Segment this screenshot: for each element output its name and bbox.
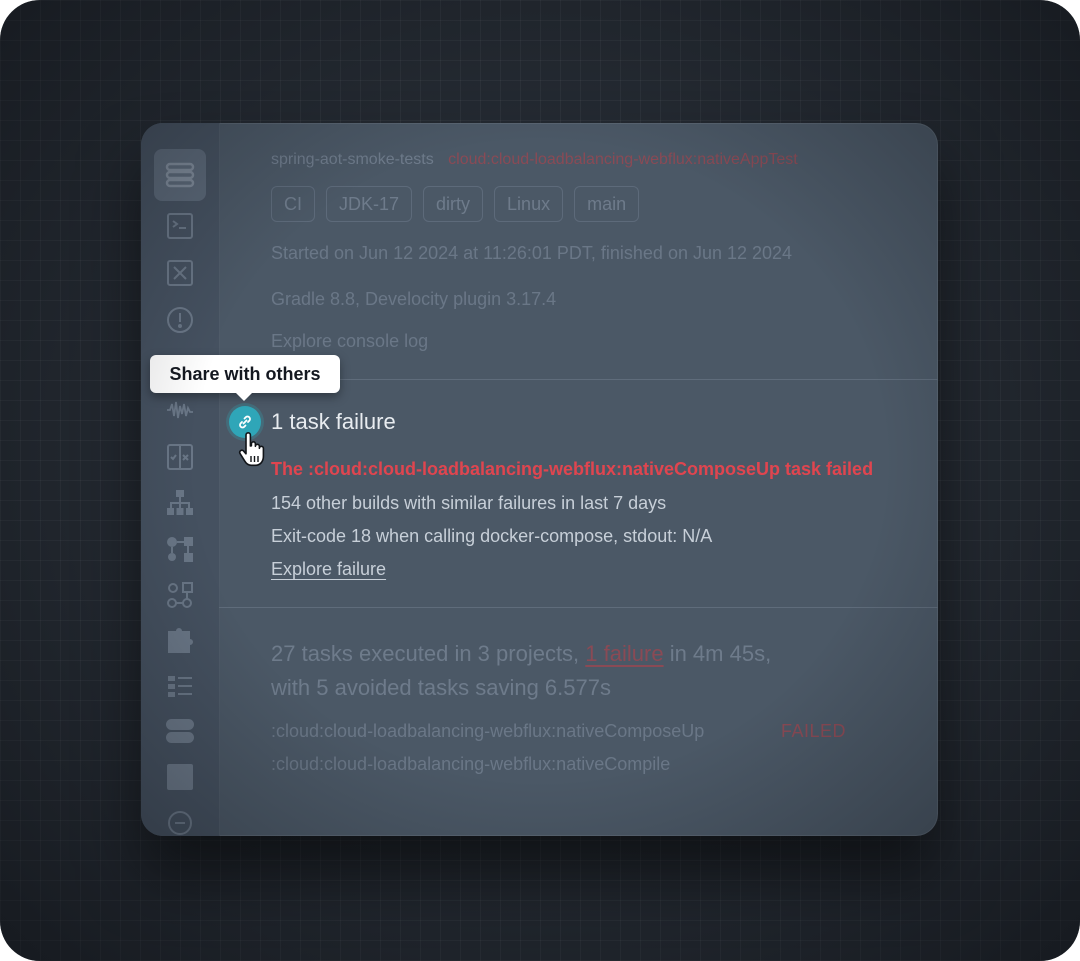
task-status-badge: FAILED	[781, 721, 847, 741]
tag-dirty[interactable]: dirty	[423, 186, 484, 222]
sidebar-item-projects[interactable]	[163, 486, 197, 520]
summary-failure-link[interactable]: 1 failure	[585, 641, 663, 666]
background-frame: spring-aot-smoke-tests cloud:cloud-loadb…	[0, 0, 1080, 961]
console-log-link[interactable]: Explore console log	[271, 331, 428, 352]
console-icon	[167, 213, 193, 239]
summary-avoided: with 5 avoided tasks saving 6.577s	[271, 675, 611, 700]
warning-circle-icon	[167, 307, 193, 333]
summary-duration: in 4m 45s,	[663, 641, 772, 666]
sidebar-item-infrastructure[interactable]	[163, 760, 197, 794]
hierarchy-icon	[167, 490, 193, 515]
build-time: Started on Jun 12 2024 at 11:26:01 PDT, …	[271, 243, 793, 263]
sidebar-item-dependencies[interactable]	[163, 532, 197, 566]
waveform-icon	[167, 401, 193, 419]
tests-icon	[167, 444, 193, 470]
toggle-icon	[166, 719, 194, 743]
explore-failure-text[interactable]: Explore failure	[271, 559, 386, 579]
sidebar	[141, 123, 220, 836]
gradle-version: Gradle 8.8, Develocity plugin 3.17.4	[271, 289, 557, 309]
sidebar-item-overview[interactable]	[154, 149, 206, 201]
build-header: spring-aot-smoke-tests cloud:cloud-loadb…	[271, 151, 798, 169]
main-content: spring-aot-smoke-tests cloud:cloud-loadb…	[219, 123, 938, 836]
task-row[interactable]: :cloud:cloud-loadbalancing-webflux:nativ…	[271, 721, 704, 742]
sidebar-item-custom-values[interactable]	[163, 669, 197, 703]
failure-title: 1 task failure	[271, 409, 396, 434]
list-icon	[165, 162, 195, 188]
plugin-icon	[168, 628, 193, 653]
sidebar-item-build-dependencies[interactable]	[163, 578, 197, 612]
flow-icon	[167, 537, 193, 562]
hand-cursor-icon	[238, 432, 265, 467]
sidebar-item-deprecations[interactable]	[163, 303, 197, 337]
execution-summary: 27 tasks executed in 3 projects, 1 failu…	[271, 637, 771, 705]
failure-detail: Exit-code 18 when calling docker-compose…	[271, 526, 713, 546]
explore-failure-link[interactable]: Explore failure	[271, 559, 386, 580]
summary-text: 27 tasks executed in 3 projects,	[271, 641, 586, 666]
sidebar-item-failures[interactable]	[163, 256, 197, 290]
failed-task-message: The :cloud:cloud-loadbalancing-webflux:n…	[271, 459, 874, 479]
sidebar-item-plugins[interactable]	[163, 623, 197, 657]
tag-jdk[interactable]: JDK-17	[326, 186, 413, 222]
tag-os[interactable]: Linux	[494, 186, 564, 222]
build-graph-icon	[167, 582, 193, 608]
task-row[interactable]: :cloud:cloud-loadbalancing-webflux:nativ…	[271, 754, 670, 775]
similar-failures-link[interactable]: 154 other builds with similar failures i…	[271, 493, 666, 514]
share-tooltip: Share with others	[150, 355, 340, 401]
tag-branch[interactable]: main	[574, 186, 640, 222]
tag-ci[interactable]: CI	[271, 186, 315, 222]
section-divider	[219, 607, 938, 608]
square-icon	[167, 764, 193, 790]
sidebar-item-switches[interactable]	[163, 714, 197, 748]
details-list-icon	[168, 676, 192, 697]
sidebar-item-timeline[interactable]	[163, 393, 197, 427]
sidebar-item-console[interactable]	[163, 209, 197, 243]
sidebar-item-tests[interactable]	[163, 440, 197, 474]
tag-list: CI JDK-17 dirty Linux main	[271, 186, 640, 222]
sidebar-item-collapse[interactable]	[163, 806, 197, 836]
build-scan-card: spring-aot-smoke-tests cloud:cloud-loadb…	[141, 123, 938, 836]
link-icon	[239, 415, 251, 429]
tooltip-text: Share with others	[169, 363, 321, 384]
close-box-icon	[167, 260, 193, 286]
requested-task: cloud:cloud-loadbalancing-webflux:native…	[448, 151, 798, 168]
project-name[interactable]: spring-aot-smoke-tests	[271, 151, 434, 168]
minus-circle-icon	[168, 811, 192, 835]
